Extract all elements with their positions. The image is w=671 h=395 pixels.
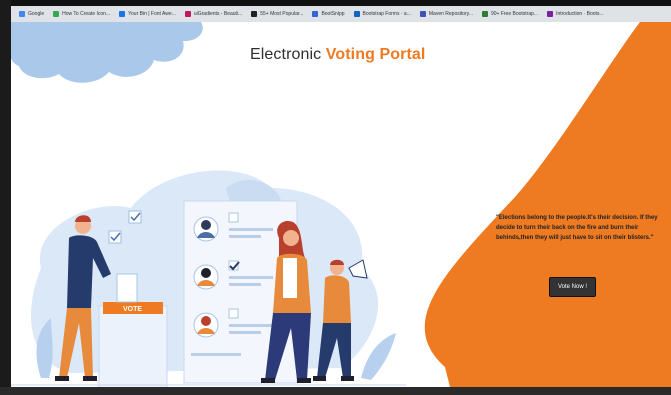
bookmark-label: uiGradients - Beauti... xyxy=(193,11,243,17)
bookmark-label: 90+ Free Bootstrap... xyxy=(490,11,539,17)
page-title: Electronic Voting Portal xyxy=(250,46,425,64)
bookmarks-bar: Google How To Create Icon... Your Bin | Fo… xyxy=(11,6,671,22)
bookmark-favicon-icon xyxy=(184,11,191,17)
bookmark-favicon-icon xyxy=(481,11,488,17)
bookmark-label: How To Create Icon... xyxy=(62,11,111,17)
bookmark-favicon-icon xyxy=(53,11,60,17)
bookmark-favicon-icon xyxy=(312,11,319,17)
bookmark-label: Introduction · Boots... xyxy=(556,11,604,17)
window-bottom-edge xyxy=(0,387,671,395)
bookmark-item[interactable]: Your Bin | Font Awe... xyxy=(119,11,176,17)
bookmark-label: 55+ Most Popular... xyxy=(260,11,304,17)
bookmark-label: Maven Repository... xyxy=(428,11,473,17)
window-left-edge xyxy=(0,0,11,395)
bookmark-favicon-icon xyxy=(419,11,426,17)
bookmark-item[interactable]: Google xyxy=(19,11,44,17)
bookmark-favicon-icon xyxy=(547,11,554,17)
bookmark-favicon-icon xyxy=(119,11,126,17)
bookmark-favicon-icon xyxy=(19,11,25,17)
bookmark-item[interactable]: uiGradients - Beauti... xyxy=(184,11,243,17)
voting-illustration: VOTE xyxy=(11,170,406,388)
vote-now-button[interactable]: Vote Now ! xyxy=(549,277,596,297)
bookmark-favicon-icon xyxy=(251,11,258,17)
bookmark-item[interactable]: Introduction · Boots... xyxy=(547,11,604,17)
bookmark-item[interactable]: BootSnipp xyxy=(312,11,345,17)
title-plain: Electronic xyxy=(250,46,326,63)
bookmark-item[interactable]: 55+ Most Popular... xyxy=(251,11,303,17)
bookmark-label: Your Bin | Font Awe... xyxy=(128,11,176,17)
election-quote: "Elections belong to the people.It's the… xyxy=(496,215,658,241)
bookmark-favicon-icon xyxy=(353,11,360,17)
bookmark-item[interactable]: How To Create Icon... xyxy=(53,11,110,17)
bookmark-item[interactable]: 90+ Free Bootstrap... xyxy=(481,11,539,17)
orange-background-shape xyxy=(424,22,671,387)
bookmark-label: Bootstrap Forms · a... xyxy=(362,11,411,17)
browser-frame: Google How To Create Icon... Your Bin | Fo… xyxy=(0,0,671,395)
bookmark-label: BootSnipp xyxy=(321,11,345,17)
cloud-decoration xyxy=(11,22,203,83)
bookmark-label: Google xyxy=(28,11,45,17)
svg-text:VOTE: VOTE xyxy=(123,306,142,313)
bookmark-item[interactable]: Maven Repository... xyxy=(419,11,473,17)
bookmark-item[interactable]: Bootstrap Forms · a... xyxy=(353,11,411,17)
